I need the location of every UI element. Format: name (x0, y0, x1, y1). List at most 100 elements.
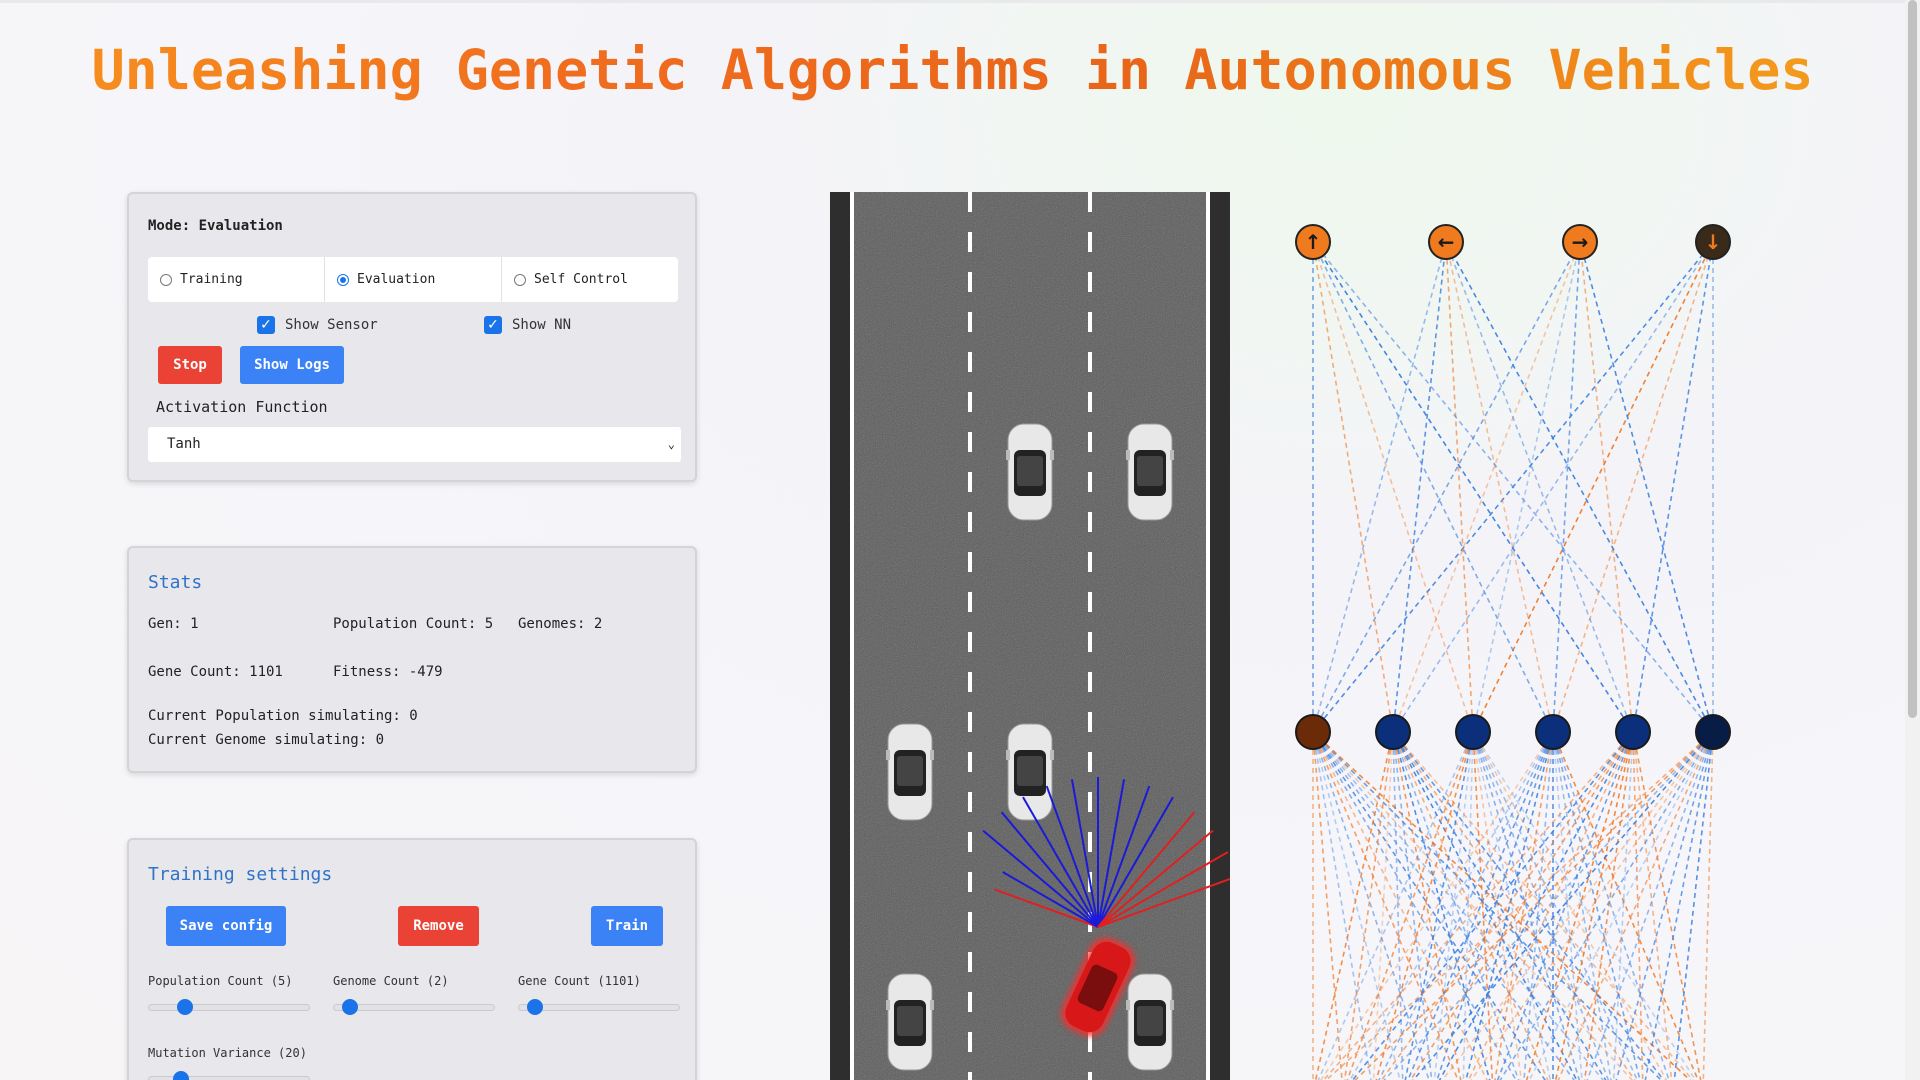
stat-genomes: Genomes: 2 (518, 616, 603, 632)
lane-dash (968, 752, 972, 772)
nn-edge (1312, 731, 1517, 1080)
nn-hidden-node (1455, 714, 1491, 750)
nn-hidden-node (1535, 714, 1571, 750)
lane-dash (1088, 632, 1092, 652)
traffic-car (1126, 973, 1174, 1071)
nn-edge (1552, 241, 1581, 733)
train-button[interactable]: Train (591, 906, 663, 946)
nn-edge (1392, 731, 1433, 1080)
training-settings-panel: Training settings Save config Remove Tra… (127, 838, 697, 1080)
nn-hidden-node (1615, 714, 1651, 750)
mode-label: Mode: Evaluation (148, 218, 283, 234)
nn-edge (1372, 731, 1394, 1080)
lane-dash (1088, 392, 1092, 412)
nn-edge (1312, 731, 1401, 1080)
nn-edge (1552, 731, 1641, 1080)
nn-edge (1632, 731, 1702, 1080)
stat-gen: Gen: 1 (148, 616, 199, 632)
show-sensor-checkbox[interactable]: ✓ Show Sensor (257, 316, 378, 334)
lane-dash (1088, 712, 1092, 732)
nn-edge (1472, 731, 1494, 1080)
nn-edge (1445, 241, 1634, 733)
lane-dash (1088, 312, 1092, 332)
radio-evaluation-dot[interactable] (337, 273, 349, 286)
lane-dash (968, 872, 972, 892)
lane-dash (1088, 792, 1092, 812)
radio-training[interactable]: Training (148, 257, 325, 302)
arrow-up-icon: ↑ (1295, 224, 1331, 260)
genome-count-slider[interactable] (333, 999, 495, 1015)
lane-dash (968, 632, 972, 652)
remove-button[interactable]: Remove (398, 906, 479, 946)
mutation-variance-label: Mutation Variance (20) (148, 1046, 307, 1060)
gene-count-thumb[interactable] (527, 999, 544, 1015)
nn-edge (1404, 731, 1474, 1080)
nn-edge (1465, 731, 1554, 1080)
nn-connections (1312, 241, 1714, 1080)
nn-edge (1644, 731, 1714, 1080)
lane-dash (968, 472, 972, 492)
save-config-button[interactable]: Save config (166, 906, 286, 946)
gene-count-slider[interactable] (518, 999, 680, 1015)
arrow-right-icon: → (1562, 224, 1598, 260)
scrollbar-thumb[interactable] (1908, 0, 1917, 718)
radio-evaluation[interactable]: Evaluation (325, 257, 502, 302)
lane-dash (1088, 512, 1092, 532)
activation-function-select[interactable]: Tanh ⌄ (148, 427, 681, 462)
stop-button[interactable]: Stop (158, 346, 222, 384)
nn-edge (1579, 241, 1634, 733)
traffic-car (1006, 423, 1054, 521)
radio-self-control-label: Self Control (534, 272, 628, 287)
stat-fitness: Fitness: -479 (333, 664, 443, 680)
radio-self-control[interactable]: Self Control (502, 257, 678, 302)
population-count-slider[interactable] (148, 999, 310, 1015)
nn-edge (1552, 731, 1612, 1080)
nn-edge (1312, 241, 1634, 733)
lane-dash (1088, 1072, 1092, 1080)
lane-dash (968, 232, 972, 252)
lane-dash (968, 792, 972, 812)
show-nn-checkbox[interactable]: ✓ Show NN (484, 316, 571, 334)
page-scrollbar[interactable] (1905, 0, 1920, 1080)
lane-dash (968, 312, 972, 332)
lane-dash (968, 832, 972, 852)
svg-text:↑: ↑ (1305, 230, 1322, 254)
nn-edge (1673, 731, 1714, 1080)
radio-self-control-dot[interactable] (514, 273, 526, 286)
population-count-label: Population Count (5) (148, 974, 293, 988)
lane-dash (1088, 752, 1092, 772)
neural-network-svg: ↑ ← → ↓ (1295, 224, 1731, 1080)
road-svg (830, 192, 1230, 1080)
lane-dash (1088, 552, 1092, 572)
road-edge-left (850, 192, 854, 1080)
nn-hidden-node (1295, 714, 1331, 750)
mutation-variance-slider[interactable] (148, 1071, 310, 1080)
lane-dash (968, 672, 972, 692)
neural-network-view: ↑ ← → ↓ (1260, 192, 1760, 1080)
asphalt-texture (830, 192, 1230, 1080)
show-logs-button[interactable]: Show Logs (240, 346, 344, 384)
nn-edge (1312, 731, 1488, 1080)
road-edge-right (1206, 192, 1210, 1080)
nn-edge (1612, 731, 1634, 1080)
genome-count-thumb[interactable] (342, 999, 359, 1015)
nn-edge (1392, 241, 1714, 733)
nn-edge (1445, 241, 1474, 733)
checkmark-icon[interactable]: ✓ (257, 316, 275, 334)
stat-current-genome: Current Genome simulating: 0 (148, 732, 385, 748)
lane-dash (968, 712, 972, 732)
mutation-variance-thumb[interactable] (173, 1071, 190, 1080)
svg-text:←: ← (1438, 230, 1455, 254)
nn-edge (1349, 731, 1554, 1080)
svg-text:↓: ↓ (1705, 230, 1722, 254)
nn-edge (1433, 731, 1474, 1080)
checkmark-icon[interactable]: ✓ (484, 316, 502, 334)
population-count-thumb[interactable] (176, 999, 193, 1015)
svg-text:→: → (1572, 230, 1589, 254)
nn-edge (1579, 241, 1714, 733)
genome-count-label: Genome Count (2) (333, 974, 449, 988)
arrow-left-icon: ← (1428, 224, 1464, 260)
activation-function-value: Tanh (167, 436, 201, 452)
traffic-car (886, 973, 934, 1071)
radio-training-dot[interactable] (160, 273, 172, 286)
